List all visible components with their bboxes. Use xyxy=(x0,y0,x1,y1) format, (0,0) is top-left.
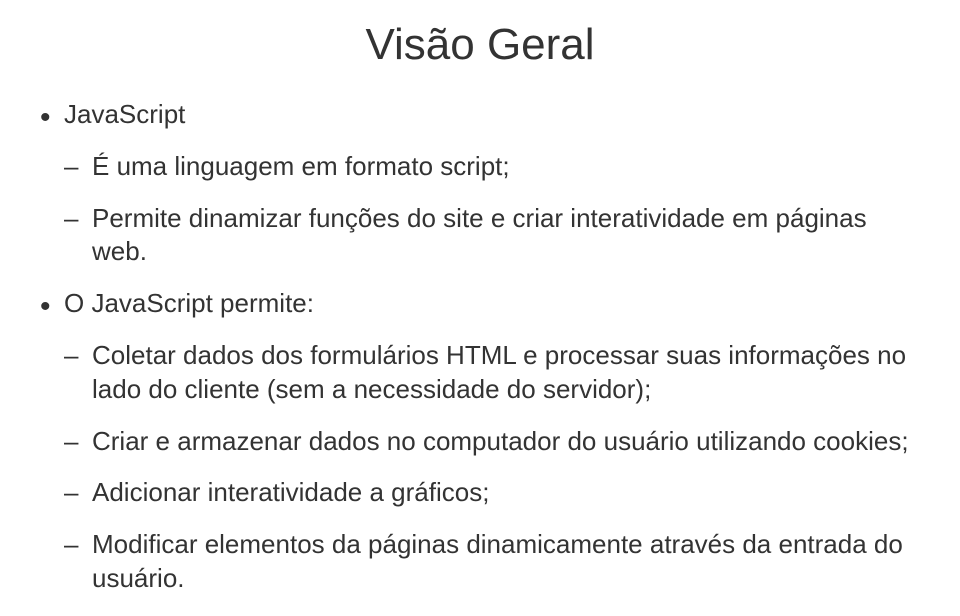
sub-list: Coletar dados dos formulários HTML e pro… xyxy=(64,339,920,596)
main-list: JavaScript É uma linguagem em formato sc… xyxy=(40,98,920,596)
list-item-label: JavaScript xyxy=(64,99,185,129)
sub-list-item: Criar e armazenar dados no computador do… xyxy=(64,425,920,459)
sub-list-item: Modificar elementos da páginas dinamicam… xyxy=(64,528,920,596)
list-item: O JavaScript permite: Coletar dados dos … xyxy=(40,287,920,596)
list-item-label: O JavaScript permite: xyxy=(64,288,314,318)
sub-list-item: Coletar dados dos formulários HTML e pro… xyxy=(64,339,920,407)
sub-list-item: Adicionar interatividade a gráficos; xyxy=(64,476,920,510)
sub-list: É uma linguagem em formato script; Permi… xyxy=(64,150,920,269)
list-item: JavaScript É uma linguagem em formato sc… xyxy=(40,98,920,269)
sub-list-item: Permite dinamizar funções do site e cria… xyxy=(64,202,920,270)
slide-title: Visão Geral xyxy=(40,20,920,70)
sub-list-item: É uma linguagem em formato script; xyxy=(64,150,920,184)
